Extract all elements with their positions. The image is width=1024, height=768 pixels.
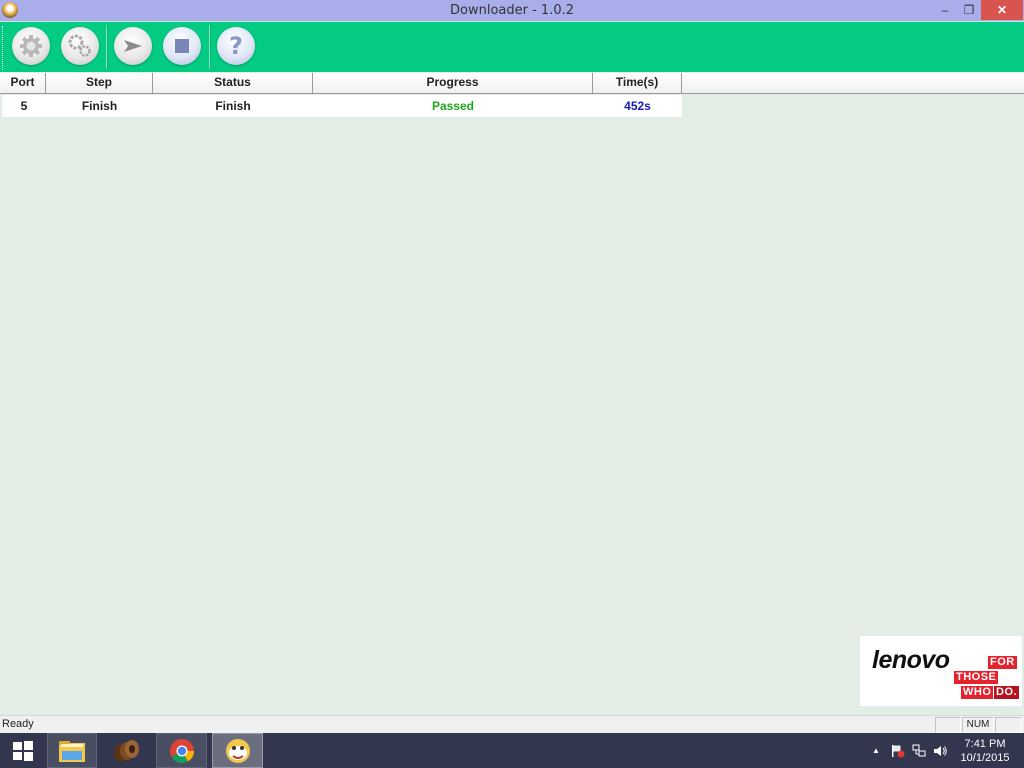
column-header-time[interactable]: Time(s) xyxy=(593,73,682,93)
play-arrow-icon xyxy=(124,40,142,52)
toolbar-separator xyxy=(209,25,211,69)
downloader-app-icon xyxy=(225,738,250,763)
taskbar-clock[interactable]: 7:41 PM 10/1/2015 xyxy=(955,737,1015,765)
clock-date: 10/1/2015 xyxy=(960,752,1010,764)
windows-start-button[interactable] xyxy=(0,733,45,768)
advanced-settings-button[interactable] xyxy=(61,27,99,65)
status-pane-num: NUM xyxy=(962,717,994,733)
lenovo-logo: lenovo FOR THOSE WHO DO. xyxy=(860,636,1022,706)
minimize-button[interactable]: – xyxy=(934,0,956,20)
question-icon: ? xyxy=(229,32,243,60)
action-center-flag-icon[interactable] xyxy=(889,733,907,768)
help-button[interactable]: ? xyxy=(217,27,255,65)
volume-icon[interactable] xyxy=(931,733,949,768)
speaker-icon xyxy=(934,745,947,756)
taskbar: ▲ 7:41 PM 10/1/2015 xyxy=(0,733,1024,768)
gear-icon xyxy=(20,35,42,57)
logo-tagline-do: DO. xyxy=(994,686,1020,699)
status-bar: Ready NUM xyxy=(0,715,1024,733)
toolbar-separator xyxy=(106,25,108,69)
windows-logo-icon xyxy=(12,740,33,761)
taskbar-brown-app[interactable] xyxy=(101,733,151,768)
logo-tagline-those: THOSE xyxy=(954,671,999,684)
start-button[interactable] xyxy=(114,27,152,65)
cell-port: 5 xyxy=(20,99,28,113)
gears-icon xyxy=(68,34,91,57)
logo-tagline-who: WHO xyxy=(961,686,994,699)
column-header-progress[interactable]: Progress xyxy=(313,73,593,93)
table-header: Port Step Status Progress Time(s) xyxy=(0,73,1024,94)
network-monitor-icon xyxy=(912,744,926,756)
folder-icon xyxy=(59,740,85,762)
table-row[interactable]: 5 Finish Finish Passed 452s xyxy=(2,95,682,117)
window-title: Downloader - 1.0.2 xyxy=(450,3,574,18)
cell-status: Finish xyxy=(215,99,251,113)
taskbar-downloader[interactable] xyxy=(212,733,263,768)
cell-step: Finish xyxy=(81,99,118,113)
column-header-filler xyxy=(682,73,1024,93)
cell-time: 452s xyxy=(624,99,651,113)
logo-brand: lenovo xyxy=(872,646,950,674)
close-button[interactable]: ✕ xyxy=(981,0,1023,20)
status-text: Ready xyxy=(2,718,34,730)
column-header-port[interactable]: Port xyxy=(0,73,46,93)
taskbar-chrome[interactable] xyxy=(156,733,207,768)
taskbar-file-explorer[interactable] xyxy=(47,733,97,768)
show-hidden-icons-button[interactable]: ▲ xyxy=(870,733,882,768)
toolbar-grip[interactable] xyxy=(2,26,4,70)
logo-tagline-for: FOR xyxy=(988,656,1017,669)
toolbar: ? xyxy=(0,21,1024,72)
stop-square-icon xyxy=(175,39,189,53)
cell-progress: Passed xyxy=(431,99,475,113)
column-header-status[interactable]: Status xyxy=(153,73,313,93)
network-icon[interactable] xyxy=(910,733,928,768)
status-pane-caps xyxy=(935,717,961,733)
brown-app-icon xyxy=(114,739,139,762)
chrome-icon xyxy=(169,738,194,763)
clock-time: 7:41 PM xyxy=(964,738,1006,750)
restore-button[interactable]: ❐ xyxy=(958,0,980,20)
stop-button[interactable] xyxy=(163,27,201,65)
settings-button[interactable] xyxy=(12,27,50,65)
status-pane-scroll xyxy=(995,717,1022,733)
column-header-step[interactable]: Step xyxy=(46,73,153,93)
flag-icon xyxy=(892,744,905,757)
title-bar: Downloader - 1.0.2 – ❐ ✕ xyxy=(0,0,1024,21)
